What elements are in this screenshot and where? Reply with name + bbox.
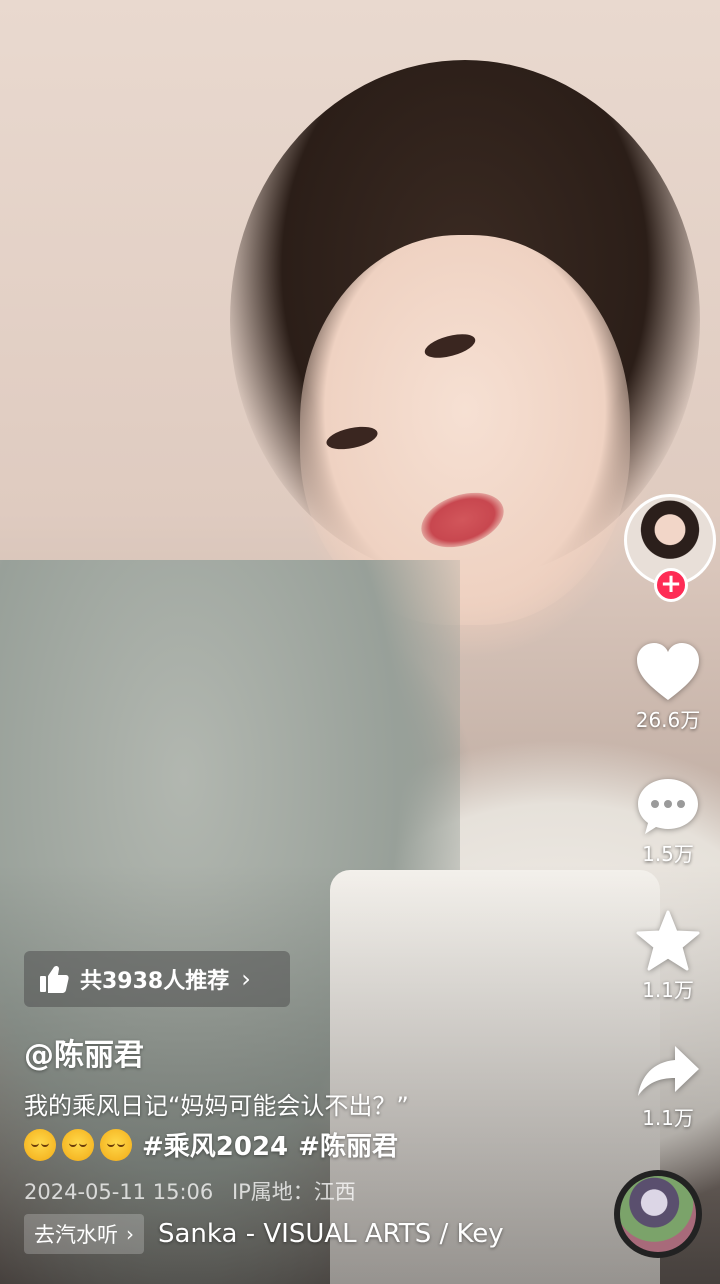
favorite-count: 1.1万 — [642, 978, 694, 1002]
share-count: 1.1万 — [642, 1106, 694, 1130]
listen-label: 去汽水听 — [34, 1223, 118, 1247]
video-description: 我的乘风日记“妈妈可能会认不出？” — [24, 1092, 409, 1120]
relieved-face-emoji — [62, 1128, 94, 1161]
like-count: 26.6万 — [635, 708, 701, 732]
comment-button[interactable]: 1.5万 — [616, 776, 720, 867]
post-date: 2024-05-11 15:06 — [24, 1180, 214, 1204]
hashtag-link[interactable]: #陈丽君 — [298, 1126, 398, 1163]
post-meta: 2024-05-11 15:06 IP属地：江西 — [24, 1176, 356, 1206]
author-avatar-button[interactable]: + — [624, 494, 716, 602]
like-button[interactable]: 26.6万 — [616, 642, 720, 733]
music-disc-button[interactable] — [614, 1170, 702, 1258]
recommend-pill[interactable]: 共3938人推荐 › — [24, 951, 290, 1007]
thumbs-up-icon — [40, 965, 69, 993]
share-arrow-icon[interactable] — [616, 1042, 720, 1100]
music-title[interactable]: Sanka - VISUAL ARTS / Key — [158, 1219, 504, 1249]
chevron-right-icon: › — [241, 965, 251, 993]
ip-location: IP属地：江西 — [231, 1180, 356, 1204]
relieved-face-emoji — [24, 1128, 56, 1161]
music-row: 去汽水听 › Sanka - VISUAL ARTS / Key — [24, 1214, 504, 1254]
music-cover-image — [620, 1176, 696, 1252]
relieved-face-emoji — [100, 1128, 132, 1161]
author-name[interactable]: @陈丽君 — [24, 1030, 144, 1074]
recommend-label: 共3938人推荐 — [80, 969, 230, 994]
heart-icon[interactable] — [616, 642, 720, 702]
comment-icon[interactable] — [616, 776, 720, 836]
listen-in-app-button[interactable]: 去汽水听 › — [24, 1214, 144, 1254]
chevron-right-icon: › — [126, 1222, 134, 1246]
tags-line: #乘风2024 #陈丽君 — [24, 1126, 404, 1163]
comment-count: 1.5万 — [642, 842, 694, 866]
favorite-button[interactable]: 1.1万 — [616, 910, 720, 1003]
hashtag-link[interactable]: #乘风2024 — [142, 1126, 288, 1163]
follow-button[interactable]: + — [654, 568, 688, 602]
share-button[interactable]: 1.1万 — [616, 1042, 720, 1131]
star-icon[interactable] — [616, 910, 720, 972]
